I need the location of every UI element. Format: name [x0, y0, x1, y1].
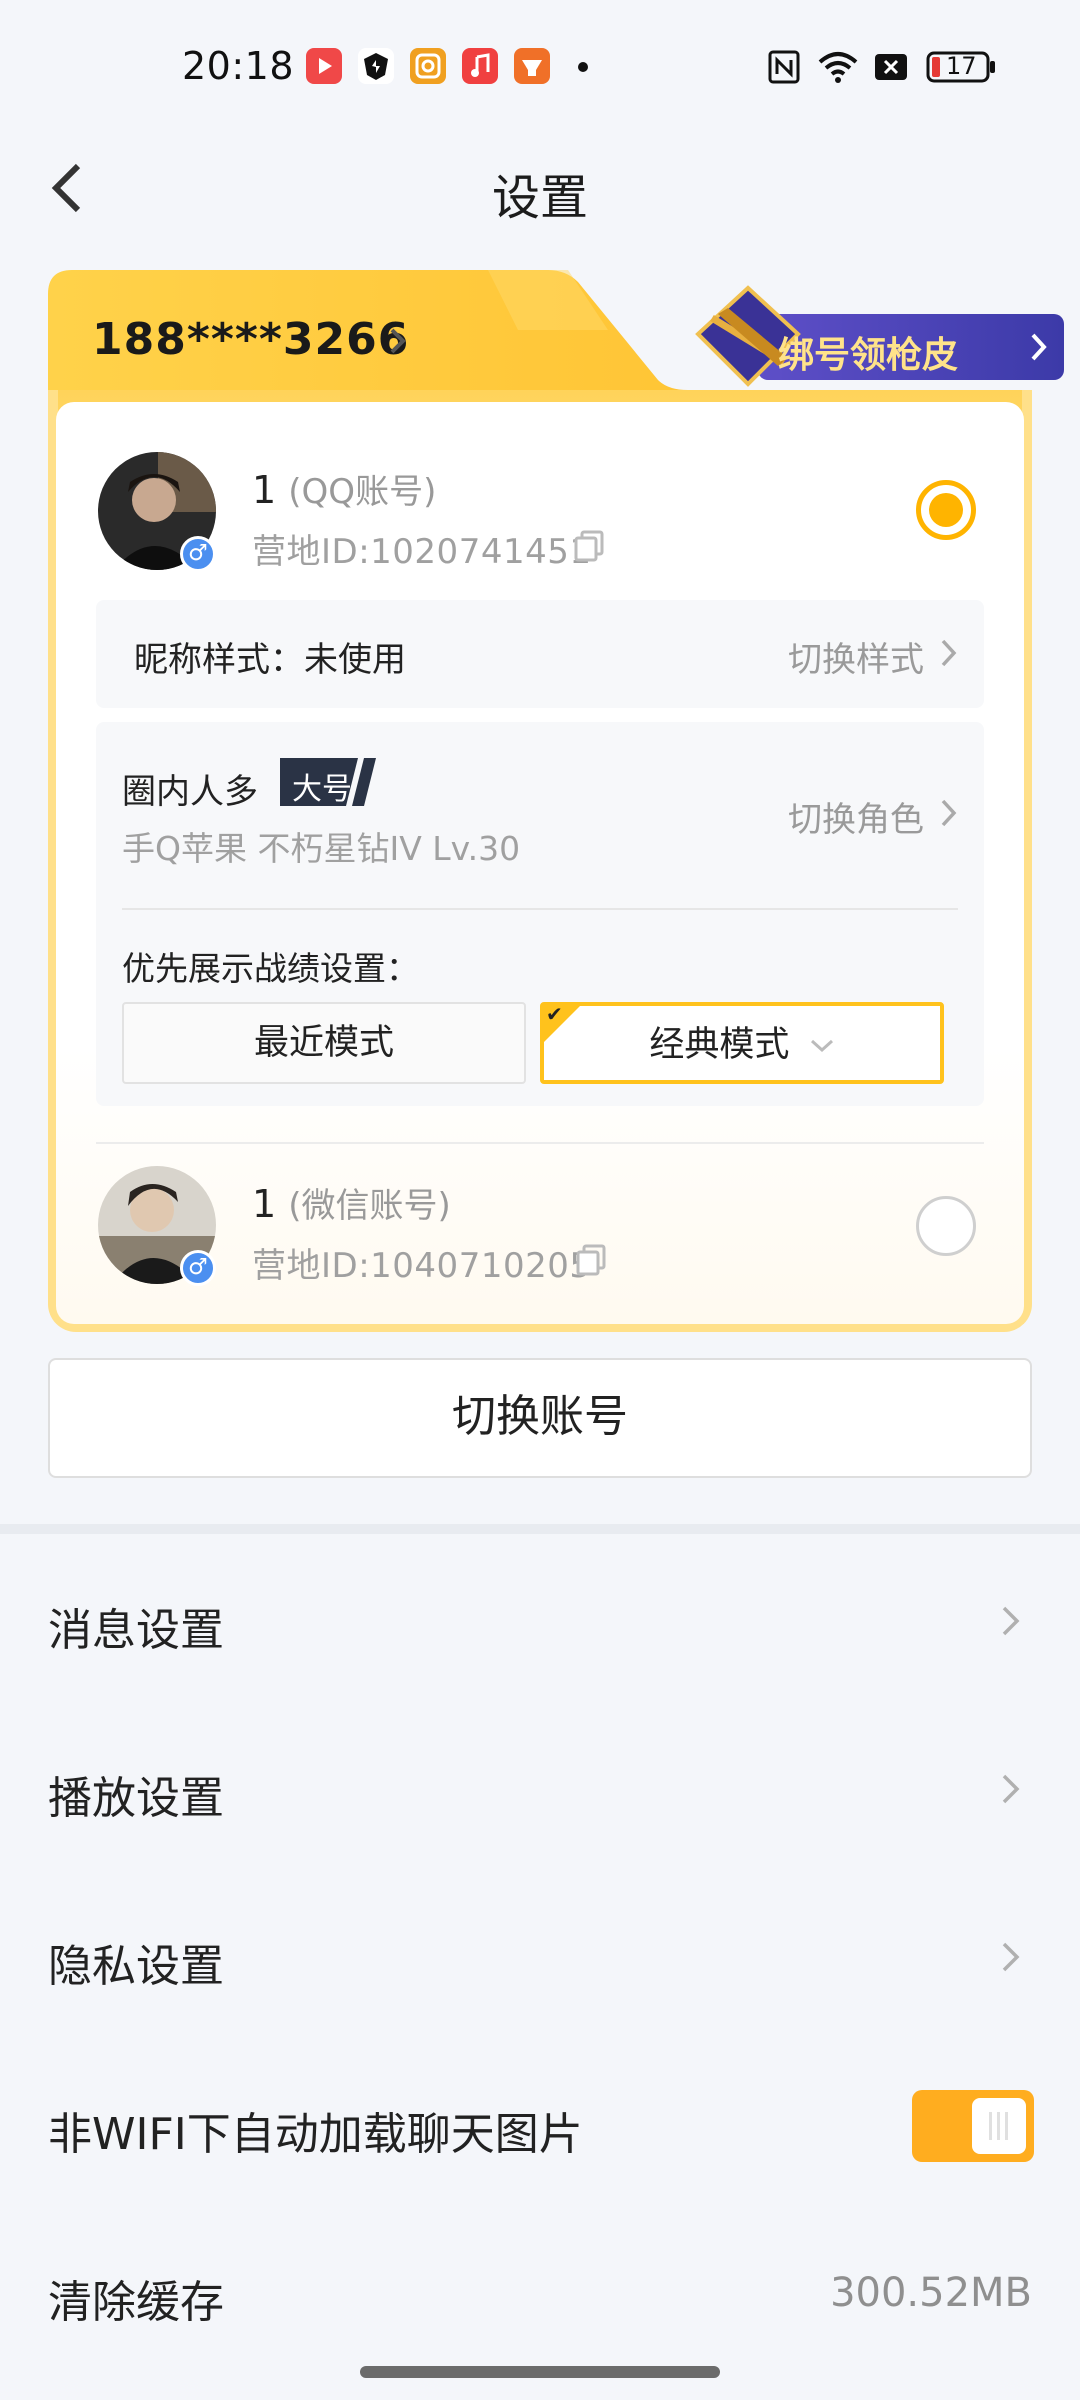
chevron-right-icon — [1002, 1774, 1020, 1804]
cache-size: 300.52MB — [830, 2270, 1032, 2316]
classic-mode-button[interactable]: ✔ 经典模式 — [540, 1002, 944, 1084]
main-account-tag-label: 大号 — [292, 772, 352, 807]
nickname-style-row[interactable]: 昵称样式：未使用 切换样式 — [96, 600, 984, 708]
account-name: 1 (微信账号) — [252, 1178, 451, 1227]
switch-account-button[interactable]: 切换账号 — [48, 1358, 1032, 1478]
chevron-right-icon — [1002, 1942, 1020, 1972]
record-pref-label: 优先展示战绩设置： — [122, 949, 419, 988]
chevron-right-icon — [1002, 1606, 1020, 1636]
copy-icon[interactable] — [576, 1244, 606, 1276]
account-radio-selected[interactable] — [916, 480, 976, 540]
playback-settings-row[interactable]: 播放设置 — [0, 1708, 1080, 1876]
chevron-right-icon — [941, 639, 957, 667]
classic-mode-label: 经典模式 — [649, 1025, 790, 1065]
music-app-icon — [462, 48, 498, 84]
camera-app-icon — [410, 48, 446, 84]
message-settings-row[interactable]: 消息设置 — [0, 1540, 1080, 1708]
privacy-settings-label: 隐私设置 — [48, 1941, 224, 1992]
battery-level: 17 — [946, 52, 977, 80]
playback-settings-label: 播放设置 — [48, 1773, 224, 1824]
game-app-icon — [514, 48, 550, 84]
chevron-right-icon — [941, 799, 957, 827]
phone-number[interactable]: 188****3266 — [92, 314, 409, 365]
checkmark-icon: ✔ — [546, 1002, 563, 1026]
video-app-icon — [306, 48, 342, 84]
clear-cache-label: 清除缓存 — [48, 2277, 224, 2328]
account-type: (微信账号) — [288, 1186, 451, 1226]
status-time: 20:18 — [182, 44, 295, 88]
wifi-icon — [816, 50, 860, 88]
message-settings-label: 消息设置 — [48, 1605, 224, 1656]
autoload-images-toggle[interactable] — [912, 2090, 1034, 2162]
nickname-style-label: 昵称样式：未使用 — [134, 640, 406, 680]
role-meta: 手Q苹果 不朽星钻IV Lv.30 — [122, 829, 521, 868]
sim-off-icon — [874, 50, 908, 88]
male-gender-icon: ♂ — [180, 536, 216, 572]
account-nickname: 1 — [252, 1182, 277, 1226]
status-bar: 20:18 17 — [0, 0, 1080, 136]
notification-dot — [578, 62, 588, 72]
account-radio-unselected[interactable] — [916, 1196, 976, 1256]
section-separator — [0, 1524, 1080, 1534]
male-gender-icon: ♂ — [180, 1250, 216, 1286]
recent-mode-button[interactable]: 最近模式 — [122, 1002, 526, 1084]
privacy-settings-row[interactable]: 隐私设置 — [0, 1876, 1080, 2044]
account-nickname: 1 — [252, 468, 277, 512]
chevron-right-icon — [1031, 333, 1047, 361]
divider — [122, 908, 958, 910]
copy-icon[interactable] — [574, 530, 604, 562]
battery-icon: 17 — [926, 50, 996, 88]
account-id: 营地ID:1020741451 — [252, 532, 592, 572]
toggle-knob — [972, 2098, 1026, 2154]
account-type: (QQ账号) — [288, 472, 437, 512]
shield-app-icon — [358, 48, 394, 84]
autoload-images-label: 非WIFI下自动加载聊天图片 — [48, 2109, 583, 2160]
page-title: 设置 — [491, 170, 588, 226]
clear-cache-row[interactable]: 清除缓存 300.52MB — [0, 2212, 1080, 2380]
switch-role-link[interactable]: 切换角色 — [788, 792, 924, 841]
nfc-icon — [768, 50, 800, 88]
switch-style-link[interactable]: 切换样式 — [788, 632, 924, 681]
role-name: 圈内人多 — [122, 772, 258, 812]
account-card: 188****3266 绑号领枪皮 ♂ 1 (QQ账号) 营地ID:102074… — [48, 270, 1064, 1332]
promo-label: 绑号领枪皮 — [778, 335, 959, 376]
role-box: 圈内人多 大号 手Q苹果 不朽星钻IV Lv.30 切换角色 优先展示战绩设置：… — [96, 722, 984, 1106]
home-indicator[interactable] — [360, 2366, 720, 2378]
promo-banner[interactable]: 绑号领枪皮 — [688, 284, 1064, 387]
account-id: 营地ID:1040710205 — [252, 1246, 592, 1286]
chevron-down-icon — [810, 1039, 833, 1053]
main-account-tag: 大号 — [280, 758, 388, 807]
account-name: 1 (QQ账号) — [252, 464, 436, 513]
divider — [96, 1142, 984, 1144]
chevron-right-icon — [390, 328, 406, 354]
